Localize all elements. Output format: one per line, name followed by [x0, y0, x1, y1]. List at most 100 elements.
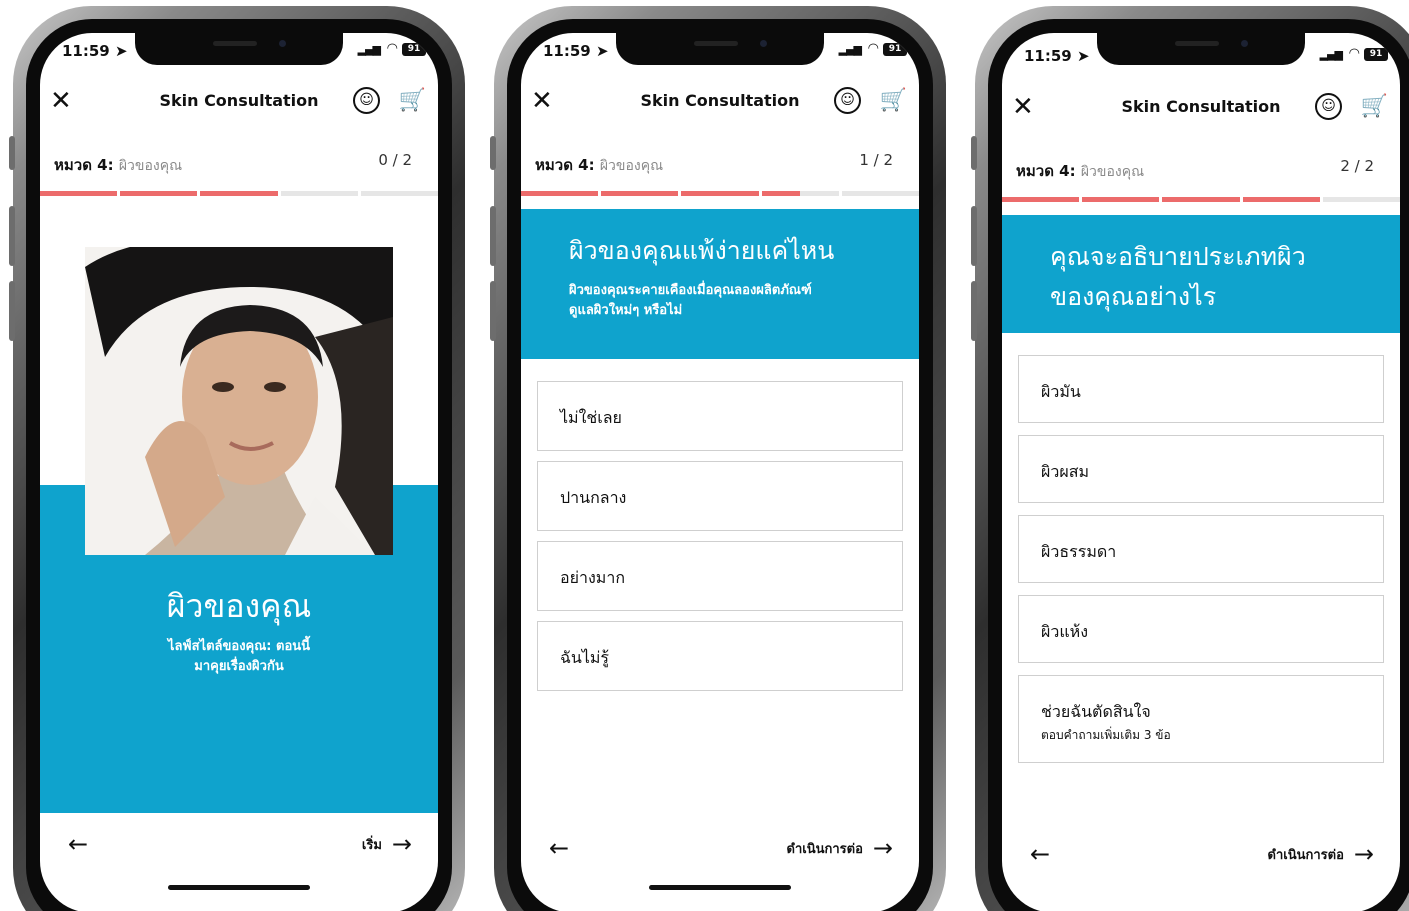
answer-option[interactable]: ฉันไม่รู้	[537, 621, 903, 691]
volume-down-button	[9, 281, 15, 341]
mute-switch	[490, 136, 496, 170]
section-label: หมวด 4: ผิวของคุณ	[1016, 159, 1144, 183]
answer-option-sublabel: ตอบคำถามเพิ่มเติม 3 ข้อ	[1041, 728, 1171, 742]
app-header: ✕ Skin Consultation ☺ 🛒	[40, 77, 438, 133]
footer-nav: ← ดำเนินการต่อ →	[1002, 831, 1400, 881]
progress-segment	[841, 191, 919, 196]
intro-subtitle: ไลฟ์สไตล์ของคุณ: ตอนนี้ มาคุยเรื่องผิวกั…	[167, 639, 311, 674]
volume-down-button	[490, 281, 496, 341]
status-time: 11:59 ➤	[543, 42, 609, 60]
mute-switch	[971, 136, 977, 170]
signal-icon: ▂▄▆	[357, 43, 381, 56]
answer-option-label: อย่างมาก	[560, 568, 625, 587]
app-header: ✕ Skin Consultation ☺ 🛒	[1002, 83, 1400, 139]
progress-segment	[1162, 197, 1240, 202]
volume-up-button	[971, 206, 977, 266]
battery-icon: 91	[402, 43, 426, 56]
next-arrow-icon: →	[1353, 840, 1374, 868]
progress-segment	[521, 191, 599, 196]
phone-frame: 11:59 ➤ ▂▄▆ ◠ 91 ✕ Skin Consultation ☺ 🛒…	[490, 6, 946, 911]
answer-option[interactable]: ผิวมัน	[1018, 355, 1384, 423]
continue-button-label: ดำเนินการต่อ	[1267, 847, 1344, 863]
answer-option[interactable]: ผิวแห้ง	[1018, 595, 1384, 663]
back-arrow-icon[interactable]: ←	[549, 835, 569, 861]
wifi-icon: ◠	[867, 41, 879, 56]
footer-nav: ← ดำเนินการต่อ →	[521, 825, 919, 875]
cart-icon[interactable]: 🛒	[399, 87, 426, 114]
progress-segment	[601, 191, 679, 196]
cart-icon[interactable]: 🛒	[1361, 93, 1388, 120]
back-arrow-icon[interactable]: ←	[68, 831, 88, 857]
home-indicator	[649, 885, 791, 890]
cart-icon[interactable]: 🛒	[880, 87, 907, 114]
progress-bar	[521, 191, 919, 196]
progress-bar	[40, 191, 438, 196]
phone-frame: 11:59 ➤ ▂▄▆ ◠ 91 ✕ Skin Consultation ☺ 🛒…	[971, 6, 1409, 911]
progress-segment	[761, 191, 839, 196]
section-label: หมวด 4: ผิวของคุณ	[54, 153, 182, 177]
wifi-icon: ◠	[1348, 46, 1360, 61]
answer-option[interactable]: อย่างมาก	[537, 541, 903, 611]
start-button[interactable]: เริ่ม →	[362, 831, 412, 857]
battery-icon: 91	[883, 43, 907, 56]
signal-icon: ▂▄▆	[1319, 48, 1343, 61]
answer-option[interactable]: ผิวธรรมดา	[1018, 515, 1384, 583]
answer-option-label: ปานกลาง	[560, 488, 627, 507]
home-indicator	[168, 885, 310, 890]
answer-option-label: ไม่ใช่เลย	[560, 408, 622, 427]
phone-frame: 11:59 ➤ ▂▄▆ ◠ 91 ✕ Skin Consultation ☺ 🛒…	[9, 6, 465, 911]
progress-segment	[120, 191, 198, 196]
continue-button[interactable]: ดำเนินการต่อ →	[1268, 841, 1374, 867]
progress-segment	[1242, 197, 1320, 202]
model-photo	[85, 247, 393, 555]
progress-segment	[1082, 197, 1160, 202]
screen: 11:59 ➤ ▂▄▆ ◠ 91 ✕ Skin Consultation ☺ 🛒…	[1002, 33, 1400, 911]
notch	[135, 33, 343, 65]
answer-option[interactable]: ช่วยฉันตัดสินใจ ตอบคำถามเพิ่มเติม 3 ข้อ	[1018, 675, 1384, 763]
volume-up-button	[9, 206, 15, 266]
section-category: ผิวของคุณ	[1080, 164, 1145, 180]
battery-icon: 91	[1364, 48, 1388, 61]
progress-segment	[1322, 197, 1400, 202]
section-prefix: หมวด 4:	[535, 156, 595, 174]
footer-nav: ← เริ่ม →	[40, 821, 438, 871]
progress-segment	[280, 191, 358, 196]
section-label: หมวด 4: ผิวของคุณ	[535, 153, 663, 177]
account-icon[interactable]: ☺	[1315, 93, 1342, 120]
app-header: ✕ Skin Consultation ☺ 🛒	[521, 77, 919, 133]
back-arrow-icon[interactable]: ←	[1030, 841, 1050, 867]
answer-option[interactable]: ไม่ใช่เลย	[537, 381, 903, 451]
status-time: 11:59 ➤	[62, 42, 128, 60]
answer-option[interactable]: ผิวผสม	[1018, 435, 1384, 503]
signal-icon: ▂▄▆	[838, 43, 862, 56]
section-category: ผิวของคุณ	[599, 158, 664, 174]
question-title: คุณจะอธิบายประเภทผิว ของคุณอย่างไร	[1050, 242, 1306, 311]
answer-option-label: ผิวแห้ง	[1041, 622, 1089, 641]
account-icon[interactable]: ☺	[353, 87, 380, 114]
question-title: ผิวของคุณแพ้ง่ายแค่ไหน	[569, 236, 835, 265]
screen: 11:59 ➤ ▂▄▆ ◠ 91 ✕ Skin Consultation ☺ 🛒…	[521, 33, 919, 911]
question-counter: 1 / 2	[859, 151, 893, 169]
volume-up-button	[490, 206, 496, 266]
mute-switch	[9, 136, 15, 170]
answer-option-label: ช่วยฉันตัดสินใจ	[1041, 702, 1151, 721]
answer-option-label: ผิวธรรมดา	[1041, 542, 1117, 561]
answer-option[interactable]: ปานกลาง	[537, 461, 903, 531]
question-counter: 0 / 2	[378, 151, 412, 169]
answer-option-label: ฉันไม่รู้	[560, 648, 610, 667]
question-subtitle: ผิวของคุณระคายเคืองเมื่อคุณลองผลิตภัณฑ์ …	[569, 283, 812, 318]
intro-title: ผิวของคุณ	[166, 587, 312, 625]
screen: 11:59 ➤ ▂▄▆ ◠ 91 ✕ Skin Consultation ☺ 🛒…	[40, 33, 438, 911]
progress-segment	[360, 191, 438, 196]
section-prefix: หมวด 4:	[1016, 162, 1076, 180]
account-icon[interactable]: ☺	[834, 87, 861, 114]
continue-button[interactable]: ดำเนินการต่อ →	[787, 835, 893, 861]
progress-segment	[1002, 197, 1080, 202]
answer-option-label: ผิวมัน	[1041, 382, 1081, 401]
progress-segment	[40, 191, 118, 196]
notch	[616, 33, 824, 65]
next-arrow-icon: →	[872, 834, 893, 862]
continue-button-label: ดำเนินการต่อ	[786, 841, 863, 857]
notch	[1097, 33, 1305, 65]
question-counter: 2 / 2	[1340, 157, 1374, 175]
